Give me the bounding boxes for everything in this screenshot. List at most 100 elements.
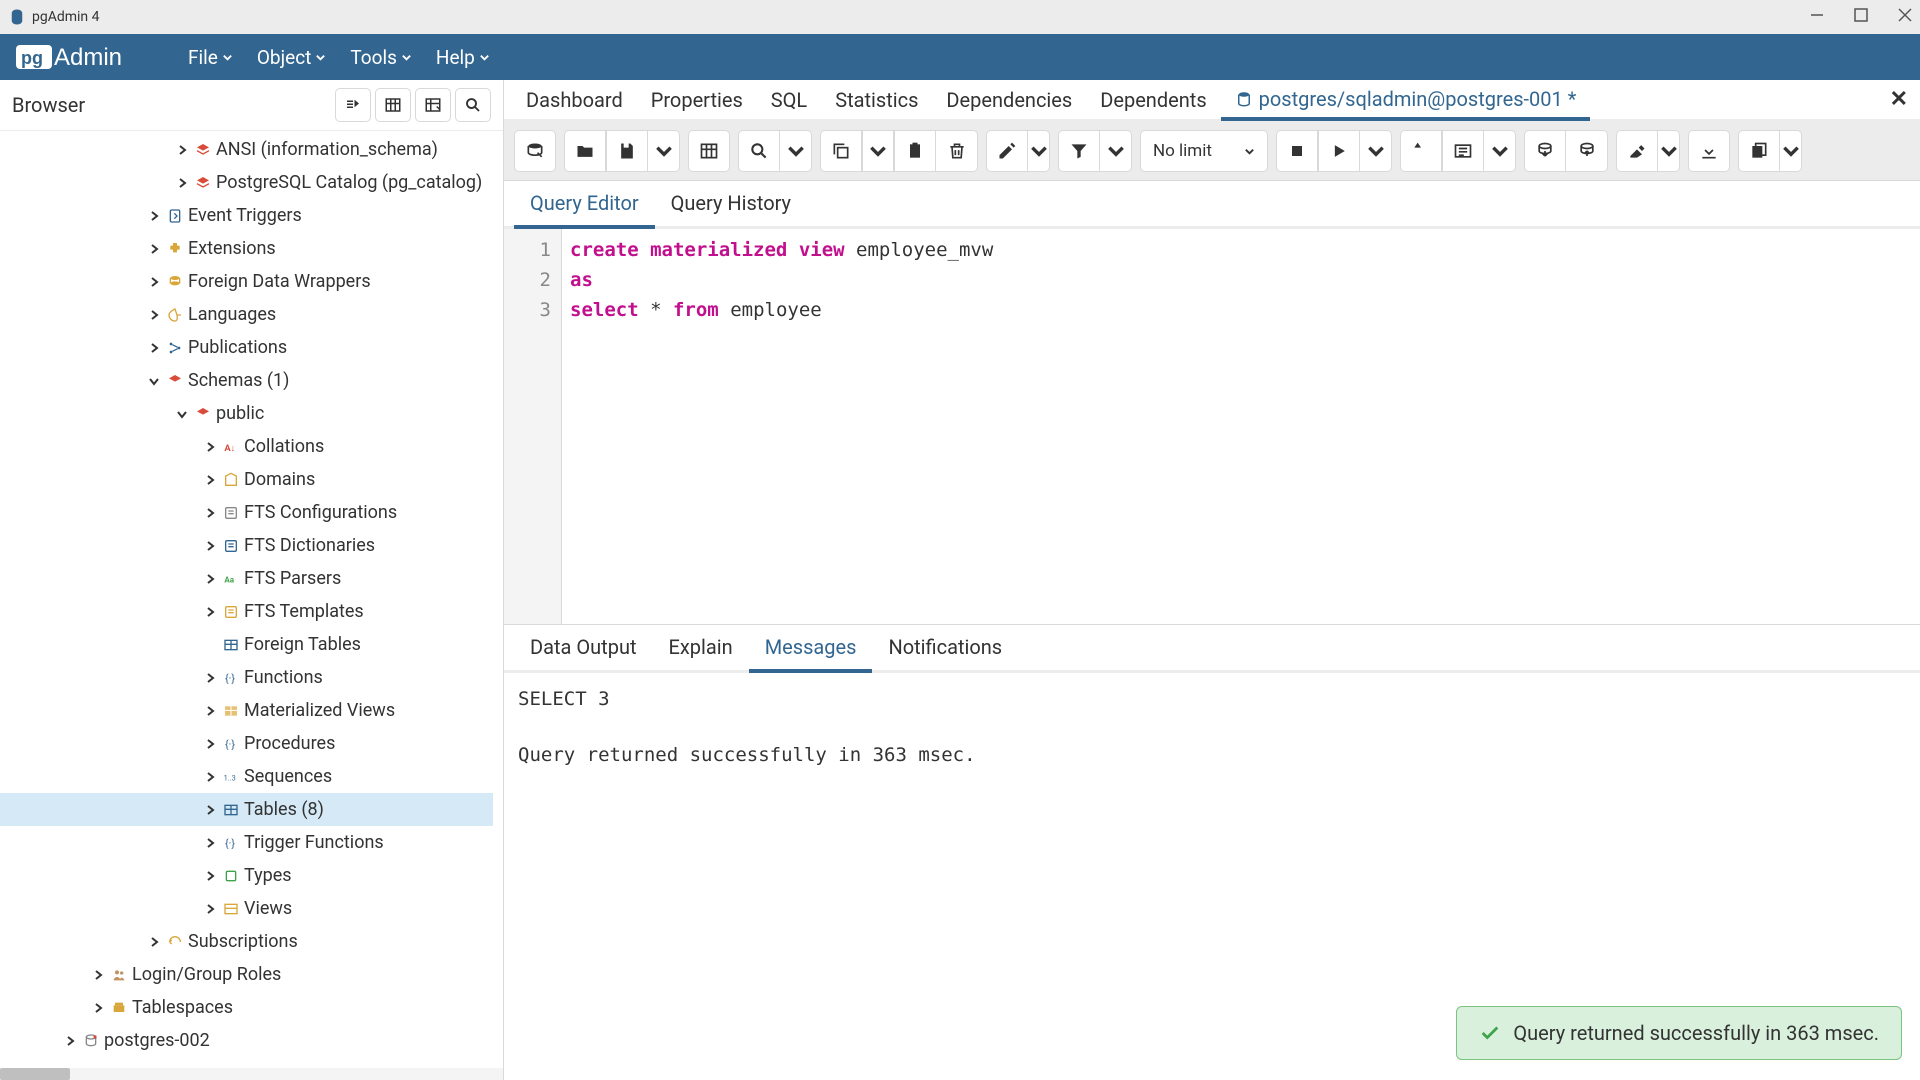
tree-item[interactable]: Domains (0, 463, 493, 496)
tree-item[interactable]: Subscriptions (0, 925, 493, 958)
tree-item[interactable]: A↓Collations (0, 430, 493, 463)
tree-item[interactable]: Foreign Tables (0, 628, 493, 661)
tab-sql[interactable]: SQL (757, 80, 821, 119)
tree-item[interactable]: Materialized Views (0, 694, 493, 727)
execute-dropdown[interactable] (1360, 130, 1392, 172)
scratch-pad-button[interactable] (1738, 130, 1780, 172)
menu-file[interactable]: File (188, 46, 233, 69)
tree-toggle[interactable] (174, 145, 190, 155)
tree-item[interactable]: PostgreSQL Catalog (pg_catalog) (0, 166, 493, 199)
edit-pencil-button[interactable] (986, 130, 1028, 172)
tree-toggle[interactable] (202, 805, 218, 815)
tree-item[interactable]: AaFTS Parsers (0, 562, 493, 595)
tree-item[interactable]: Publications (0, 331, 493, 364)
execute-button[interactable] (1318, 130, 1360, 172)
tree-toggle[interactable] (146, 244, 162, 254)
tree-item[interactable]: Views (0, 892, 493, 925)
copy-button[interactable] (820, 130, 862, 172)
explain-button[interactable] (1400, 130, 1442, 172)
output-tab[interactable]: Notifications (872, 625, 1018, 670)
view-data-button[interactable] (375, 88, 411, 122)
tree-toggle[interactable] (202, 904, 218, 914)
tree-toggle[interactable] (90, 1003, 106, 1013)
output-tab[interactable]: Explain (653, 625, 749, 670)
tab-active-query[interactable]: postgres/sqladmin@postgres-001 * (1221, 82, 1591, 121)
tree-item[interactable]: Extensions (0, 232, 493, 265)
explain-analyze-button[interactable] (1442, 130, 1484, 172)
filter-button[interactable] (415, 88, 451, 122)
scratch-pad-dropdown[interactable] (1780, 130, 1802, 172)
stop-button[interactable] (1276, 130, 1318, 172)
tree-item[interactable]: Tables (8) (0, 793, 493, 826)
tree-toggle[interactable] (202, 871, 218, 881)
clear-button[interactable] (1616, 130, 1658, 172)
output-tab[interactable]: Messages (749, 625, 873, 673)
output-tab[interactable]: Data Output (514, 625, 653, 670)
tree-toggle[interactable] (62, 1036, 78, 1046)
tree-item[interactable]: postgres-002 (0, 1024, 493, 1057)
tree-item[interactable]: FTS Templates (0, 595, 493, 628)
menu-tools[interactable]: Tools (350, 46, 412, 69)
tab-close-button[interactable]: ✕ (1890, 87, 1908, 112)
tree-item[interactable]: {·}Procedures (0, 727, 493, 760)
edit-button[interactable] (688, 130, 730, 172)
find-button[interactable] (738, 130, 780, 172)
tree-item[interactable]: 1..3Sequences (0, 760, 493, 793)
find-dropdown[interactable] (780, 130, 812, 172)
close-button[interactable] (1898, 8, 1912, 26)
paste-button[interactable] (894, 130, 936, 172)
query-tool-button[interactable] (335, 88, 371, 122)
tree-toggle[interactable] (202, 607, 218, 617)
tab-dashboard[interactable]: Dashboard (512, 80, 637, 119)
tree-item[interactable]: Event Triggers (0, 199, 493, 232)
tree-toggle[interactable] (174, 178, 190, 188)
tree-toggle[interactable] (202, 541, 218, 551)
tab-dependencies[interactable]: Dependencies (932, 80, 1086, 119)
tree-toggle[interactable] (174, 409, 190, 419)
menu-object[interactable]: Object (257, 46, 327, 69)
code-editor[interactable]: 123 create materialized view employee_mv… (504, 229, 1920, 624)
tree-toggle[interactable] (146, 277, 162, 287)
tree-item[interactable]: Tablespaces (0, 991, 493, 1024)
tree-item[interactable]: Login/Group Roles (0, 958, 493, 991)
limit-select[interactable]: No limit (1140, 130, 1268, 172)
tree-toggle[interactable] (202, 706, 218, 716)
code-area[interactable]: create materialized view employee_mvwass… (562, 229, 1920, 624)
tree-toggle[interactable] (202, 772, 218, 782)
minimize-button[interactable] (1810, 8, 1824, 26)
tree-toggle[interactable] (202, 508, 218, 518)
tree-toggle[interactable] (146, 937, 162, 947)
tree-view[interactable]: ANSI (information_schema)PostgreSQL Cata… (0, 131, 503, 1080)
edit-pencil-dropdown[interactable] (1028, 130, 1050, 172)
tree-toggle[interactable] (202, 475, 218, 485)
tree-toggle[interactable] (90, 970, 106, 980)
tree-item[interactable]: public (0, 397, 493, 430)
tab-dependents[interactable]: Dependents (1086, 80, 1220, 119)
search-button[interactable] (455, 88, 491, 122)
tree-toggle[interactable] (146, 310, 162, 320)
tree-item[interactable]: Types (0, 859, 493, 892)
tree-item[interactable]: ANSI (information_schema) (0, 133, 493, 166)
tree-toggle[interactable] (146, 376, 162, 386)
filter-dropdown[interactable] (1100, 130, 1132, 172)
horizontal-scrollbar[interactable] (0, 1068, 503, 1080)
rollback-button[interactable] (1566, 130, 1608, 172)
explain-dropdown[interactable] (1484, 130, 1516, 172)
commit-button[interactable] (1524, 130, 1566, 172)
tree-item[interactable]: {·}Functions (0, 661, 493, 694)
tree-toggle[interactable] (202, 574, 218, 584)
save-button[interactable] (606, 130, 648, 172)
tree-toggle[interactable] (202, 838, 218, 848)
tree-toggle[interactable] (202, 673, 218, 683)
tree-item[interactable]: Schemas (1) (0, 364, 493, 397)
delete-button[interactable] (936, 130, 978, 172)
maximize-button[interactable] (1854, 8, 1868, 26)
copy-dropdown[interactable] (862, 130, 894, 172)
menu-help[interactable]: Help (436, 46, 490, 69)
tree-toggle[interactable] (146, 211, 162, 221)
tree-item[interactable]: FTS Configurations (0, 496, 493, 529)
tree-toggle[interactable] (146, 343, 162, 353)
open-file-button[interactable] (564, 130, 606, 172)
tab-statistics[interactable]: Statistics (821, 80, 932, 119)
tree-toggle[interactable] (202, 739, 218, 749)
